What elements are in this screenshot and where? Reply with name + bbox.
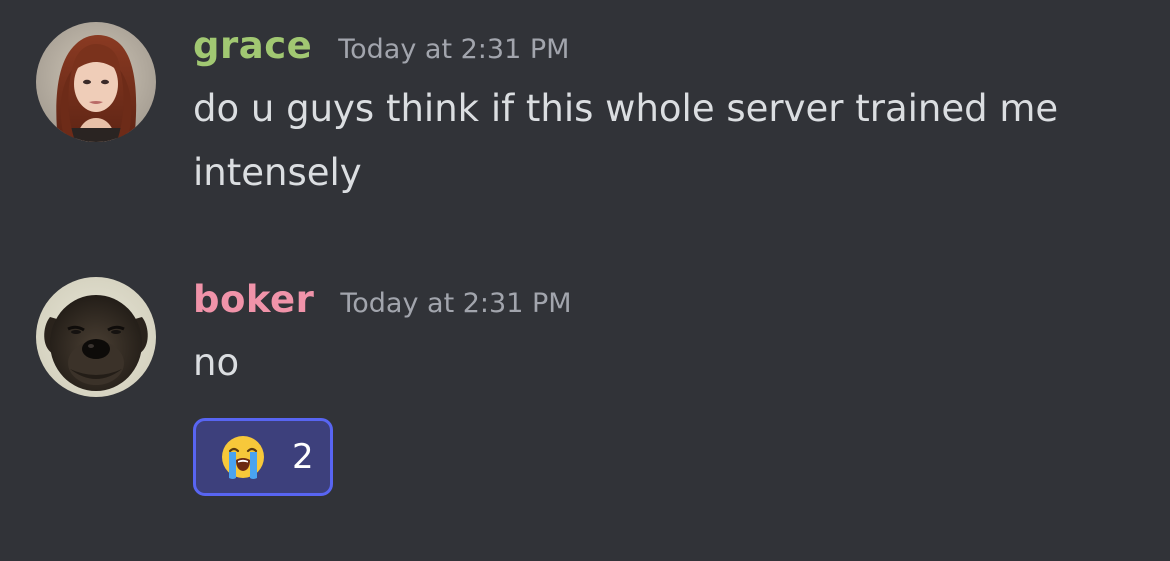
message-grace: grace Today at 2:31 PM do u guys think i… <box>0 0 1170 240</box>
reaction-count: 2 <box>292 437 314 477</box>
loudly-crying-face-icon <box>222 436 264 479</box>
chat-log: grace Today at 2:31 PM do u guys think i… <box>0 0 1170 561</box>
message-boker: boker Today at 2:31 PM no 2 <box>0 260 1170 560</box>
timestamp: Today at 2:31 PM <box>338 34 570 65</box>
reaction-button[interactable]: 2 <box>193 418 333 496</box>
message-content: do u guys think if this whole server tra… <box>193 87 1059 194</box>
dog-face-avatar <box>36 277 156 397</box>
message-header: grace Today at 2:31 PM <box>193 24 569 67</box>
message-header: boker Today at 2:31 PM <box>193 278 572 321</box>
avatar-boker[interactable] <box>36 277 156 397</box>
avatar-grace[interactable] <box>36 22 156 142</box>
username-grace[interactable]: grace <box>193 24 312 67</box>
woman-red-hair-avatar <box>36 22 156 142</box>
timestamp: Today at 2:31 PM <box>340 288 572 319</box>
username-boker[interactable]: boker <box>193 278 314 321</box>
message-content: no <box>193 341 240 384</box>
